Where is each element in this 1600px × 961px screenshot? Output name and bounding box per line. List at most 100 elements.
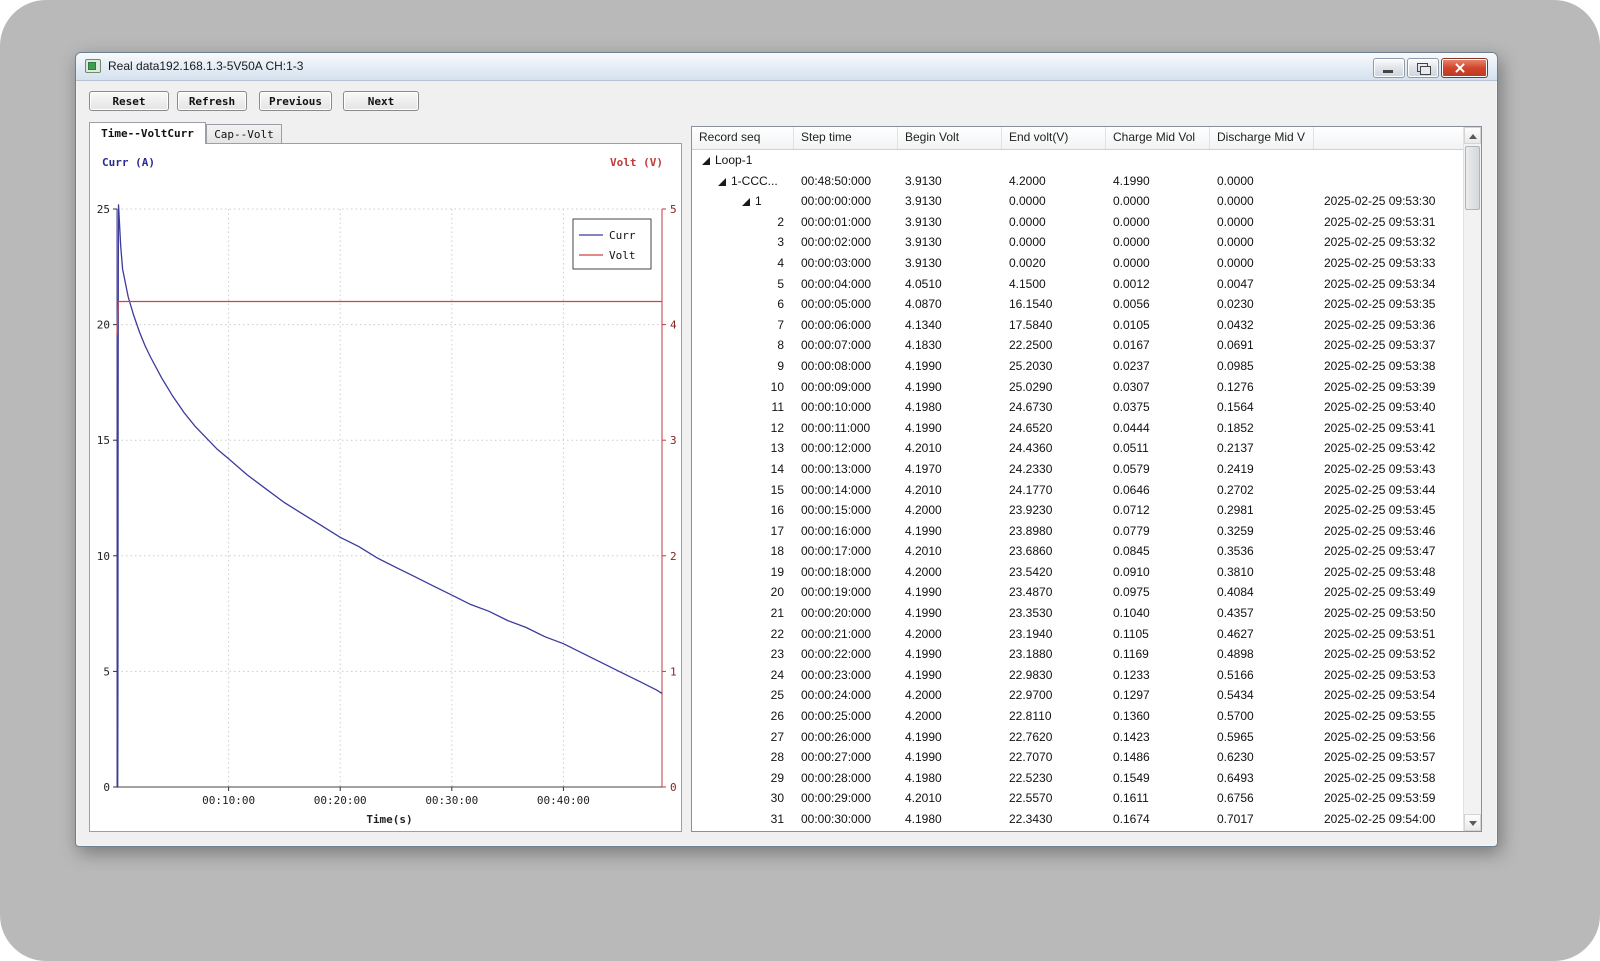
minimize-button[interactable] [1373,58,1405,78]
title-bar[interactable]: Real data192.168.1.3-5V50A CH:1-3 [76,53,1497,81]
scroll-down-button[interactable] [1464,814,1481,831]
table-row[interactable]: 400:00:03:0003.91300.00200.00000.0000202… [692,253,1464,274]
cell-charge-mid-vol: 0.0579 [1106,459,1210,480]
table-row[interactable]: 3100:00:30:0004.198022.34300.16740.70172… [692,809,1464,830]
table-row[interactable]: 2200:00:21:0004.200023.19400.11050.46272… [692,624,1464,645]
table-row[interactable]: 1800:00:17:0004.201023.68600.08450.35362… [692,541,1464,562]
table-row[interactable]: 1200:00:11:0004.199024.65200.04440.18522… [692,418,1464,439]
cell-charge-mid-vol: 0.0012 [1106,274,1210,295]
cell-end-volt: 22.8110 [1002,706,1106,727]
table-row[interactable]: 2900:00:28:0004.198022.52300.15490.64932… [692,768,1464,789]
column-header-timestamp[interactable] [1314,127,1464,149]
cell-step-time: 00:00:21:000 [794,624,898,645]
tab-time-voltcurr[interactable]: Time--VoltCurr [89,122,206,144]
left-axis-title: Curr (A) [102,156,155,169]
record-seq-label: 30 [771,791,784,805]
cell-step-time: 00:00:24:000 [794,685,898,706]
vertical-scrollbar[interactable] [1463,127,1481,831]
table-row[interactable]: 800:00:07:0004.183022.25000.01670.069120… [692,335,1464,356]
table-row[interactable]: 1600:00:15:0004.200023.92300.07120.29812… [692,500,1464,521]
table-row[interactable]: 2300:00:22:0004.199023.18800.11690.48982… [692,644,1464,665]
table-row[interactable]: 500:00:04:0004.05104.15000.00120.0047202… [692,274,1464,295]
column-header-discharge-mid-vol[interactable]: Discharge Mid V [1210,127,1314,149]
table-row[interactable]: 200:00:01:0003.91300.00000.00000.0000202… [692,212,1464,233]
cell-timestamp: 2025-02-25 09:53:32 [1314,232,1464,253]
table-row[interactable]: 2100:00:20:0004.199023.35300.10400.43572… [692,603,1464,624]
cell-step-time: 00:00:12:000 [794,438,898,459]
table-row[interactable]: 100:00:00:0003.91300.00000.00000.0000202… [692,191,1464,212]
table-row[interactable]: 1300:00:12:0004.201024.43600.05110.21372… [692,438,1464,459]
table-row[interactable]: 700:00:06:0004.134017.58400.01050.043220… [692,315,1464,336]
cell-step-time: 00:00:08:000 [794,356,898,377]
cell-end-volt: 23.1880 [1002,644,1106,665]
cell-step-time: 00:00:22:000 [794,644,898,665]
cell-record-seq: 20 [692,582,794,603]
table-body: Loop-11-CCC...00:48:50:0003.91304.20004.… [692,150,1464,831]
cell-end-volt: 22.9700 [1002,685,1106,706]
table-row[interactable]: 1-CCC...00:48:50:0003.91304.20004.19900.… [692,171,1464,192]
column-header-charge-mid-vol[interactable]: Charge Mid Vol [1106,127,1210,149]
column-header-record-seq[interactable]: Record seq [692,127,794,149]
cell-record-seq: 10 [692,377,794,398]
cell-step-time: 00:00:02:000 [794,232,898,253]
table-row[interactable]: 1100:00:10:0004.198024.67300.03750.15642… [692,397,1464,418]
cell-discharge-mid-vol: 0.6493 [1210,768,1314,789]
cell-timestamp: 2025-02-25 09:53:35 [1314,294,1464,315]
cell-begin-volt: 4.2000 [898,706,1002,727]
table-row[interactable]: Loop-1 [692,150,1464,171]
cell-step-time: 00:00:05:000 [794,294,898,315]
table-row[interactable]: 300:00:02:0003.91300.00000.00000.0000202… [692,232,1464,253]
table-row[interactable]: 900:00:08:0004.199025.20300.02370.098520… [692,356,1464,377]
previous-button[interactable]: Previous [259,91,332,111]
table-row[interactable]: 2700:00:26:0004.199022.76200.14230.59652… [692,727,1464,748]
table-row[interactable]: 1700:00:16:0004.199023.89800.07790.32592… [692,521,1464,542]
refresh-button[interactable]: Refresh [177,91,247,111]
cell-record-seq: 29 [692,768,794,789]
cell-end-volt: 22.5230 [1002,768,1106,789]
cell-step-time: 00:00:28:000 [794,768,898,789]
cell-timestamp: 2025-02-25 09:53:36 [1314,315,1464,336]
table-row[interactable]: 2000:00:19:0004.199023.48700.09750.40842… [692,582,1464,603]
cell-end-volt: 0.0000 [1002,232,1106,253]
record-seq-label: 26 [771,709,784,723]
table-row[interactable]: 2600:00:25:0004.200022.81100.13600.57002… [692,706,1464,727]
tab-cap-volt[interactable]: Cap--Volt [206,124,282,144]
column-header-step-time[interactable]: Step time [794,127,898,149]
cell-discharge-mid-vol: 0.0432 [1210,315,1314,336]
record-seq-label: 2 [777,215,784,229]
record-seq-label: 9 [777,359,784,373]
cell-end-volt [1002,150,1106,171]
cell-record-seq: 27 [692,727,794,748]
table-row[interactable]: 1400:00:13:0004.197024.23300.05790.24192… [692,459,1464,480]
table-row[interactable]: 1500:00:14:0004.201024.17700.06460.27022… [692,480,1464,501]
close-button[interactable] [1441,58,1488,78]
table-row[interactable]: 600:00:05:0004.087016.15400.00560.023020… [692,294,1464,315]
table-row[interactable]: 2800:00:27:0004.199022.70700.14860.62302… [692,747,1464,768]
record-seq-label: 12 [771,421,784,435]
table-row[interactable]: 3000:00:29:0004.201022.55700.16110.67562… [692,788,1464,809]
record-seq-label: 23 [771,647,784,661]
cell-discharge-mid-vol: 0.4084 [1210,582,1314,603]
cell-begin-volt: 4.2000 [898,562,1002,583]
table-row[interactable]: 2400:00:23:0004.199022.98300.12330.51662… [692,665,1464,686]
tree-expand-arrow-icon[interactable] [742,198,750,206]
table-row[interactable]: 1900:00:18:0004.200023.54200.09100.38102… [692,562,1464,583]
table-row[interactable]: 2500:00:24:0004.200022.97000.12970.54342… [692,685,1464,706]
scrollbar-thumb[interactable] [1465,146,1480,210]
right-axis-tick-label: 5 [670,203,677,216]
column-header-end-volt[interactable]: End volt(V) [1002,127,1106,149]
reset-button[interactable]: Reset [89,91,169,111]
tree-expand-arrow-icon[interactable] [718,178,726,186]
cell-charge-mid-vol: 0.0307 [1106,377,1210,398]
restore-button[interactable] [1407,58,1439,78]
cell-step-time: 00:00:19:000 [794,582,898,603]
next-button[interactable]: Next [343,91,419,111]
record-seq-label: 16 [771,503,784,517]
tree-expand-arrow-icon[interactable] [702,157,710,165]
column-header-begin-volt[interactable]: Begin Volt [898,127,1002,149]
cell-end-volt: 24.4360 [1002,438,1106,459]
scroll-up-button[interactable] [1464,127,1481,144]
cell-record-seq: 23 [692,644,794,665]
table-row[interactable]: 1000:00:09:0004.199025.02900.03070.12762… [692,377,1464,398]
cell-begin-volt: 3.9130 [898,191,1002,212]
